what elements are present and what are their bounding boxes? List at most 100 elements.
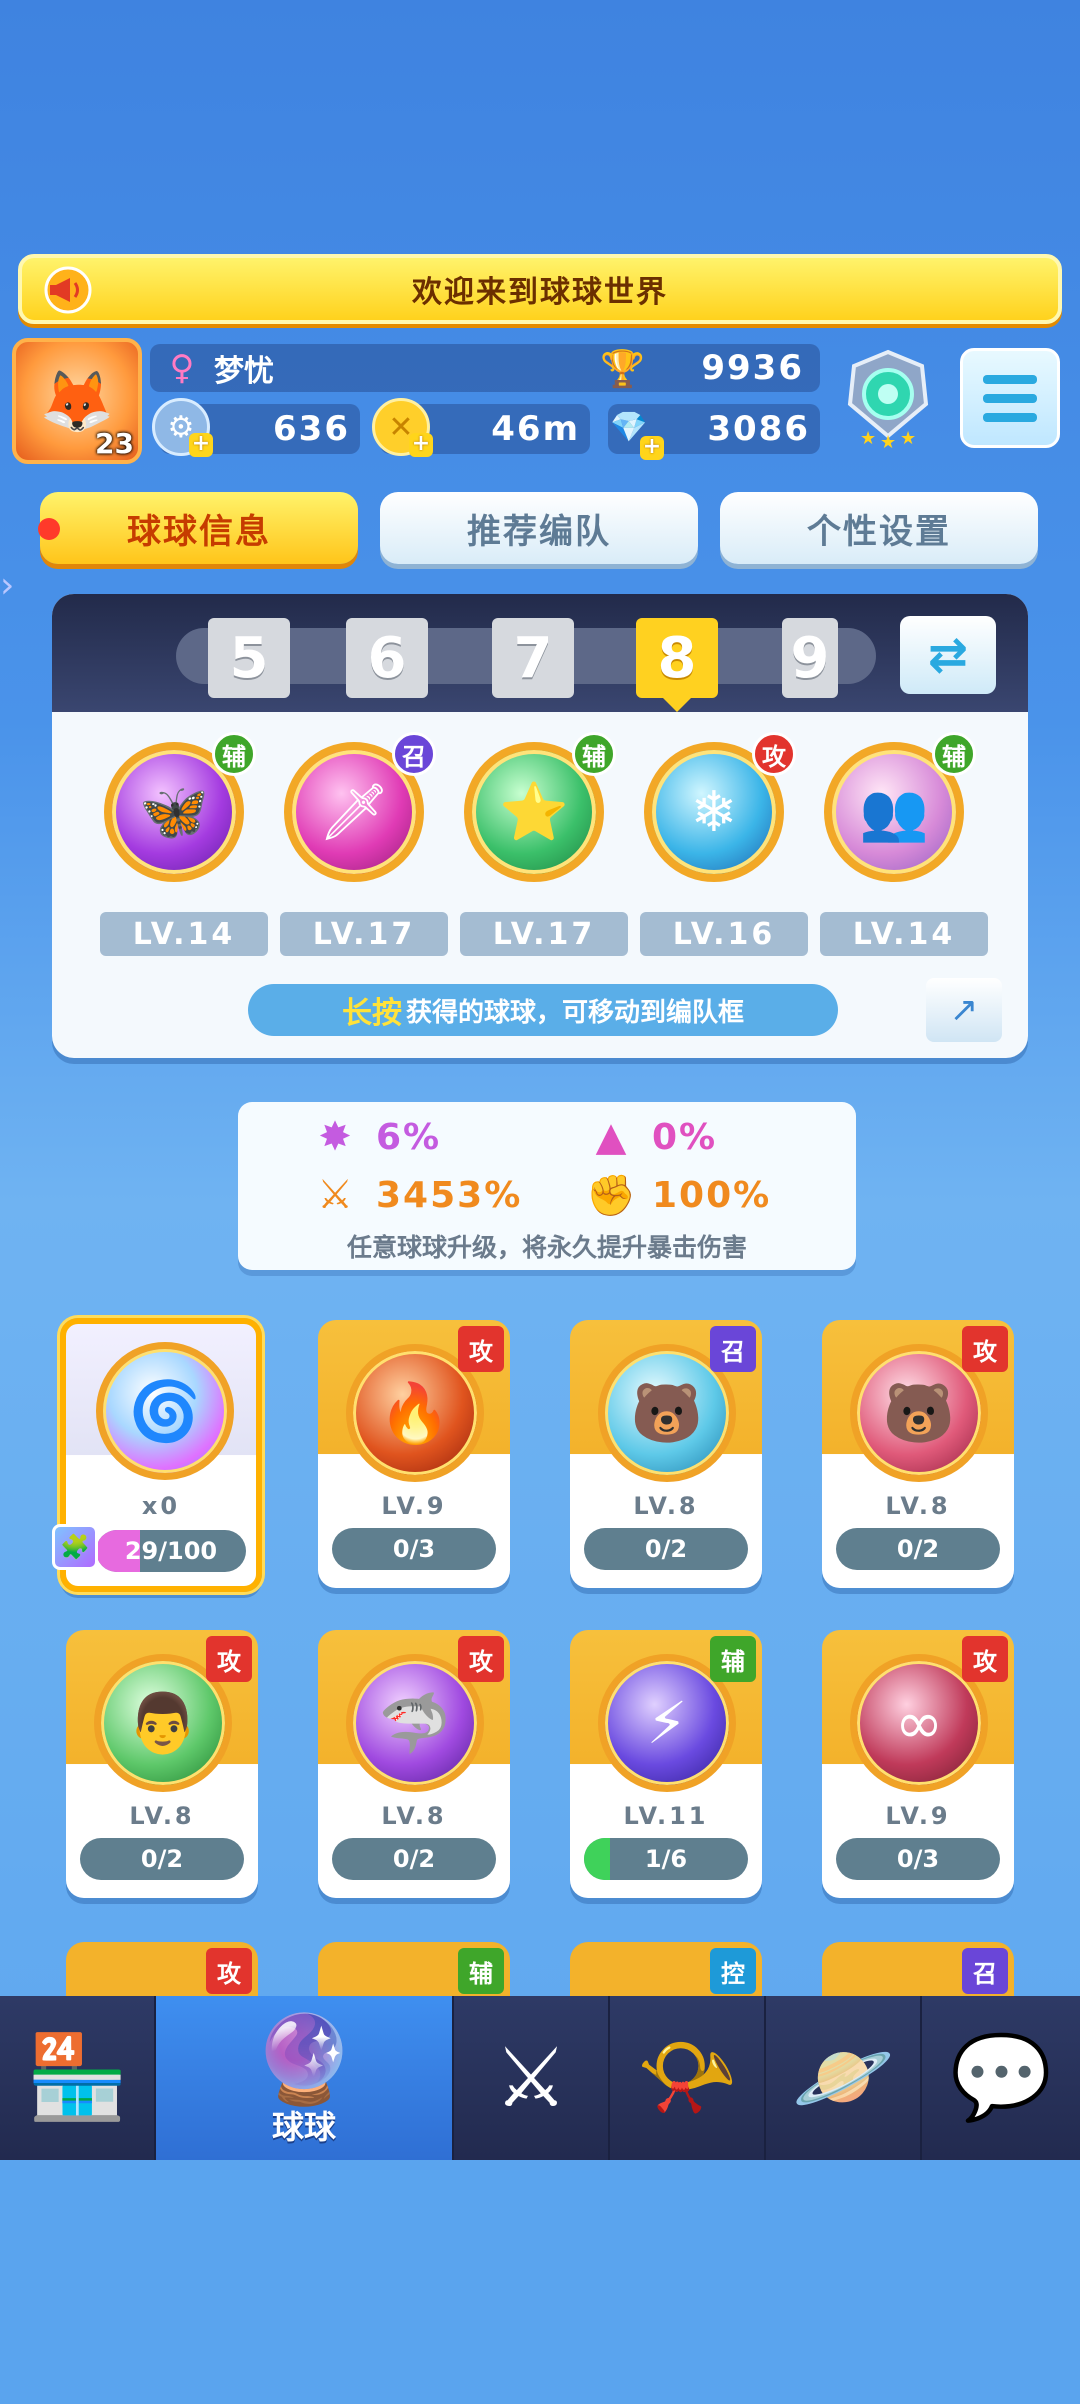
- trophy-icon: 🏆: [600, 349, 645, 390]
- summon-tag: 召: [710, 1326, 756, 1372]
- support-tag: 辅: [710, 1636, 756, 1682]
- card-progress: 0/2: [332, 1838, 496, 1880]
- attack-tag: 攻: [962, 1636, 1008, 1682]
- support-tag: 辅: [212, 732, 256, 776]
- diamond-value: 3086: [707, 409, 810, 449]
- coin-icon: ✕ +: [372, 398, 433, 457]
- energy-value: 636: [273, 409, 350, 449]
- support-tag: 辅: [932, 732, 976, 776]
- nav-shop[interactable]: 🏪: [0, 1996, 156, 2160]
- crit-damage-icon: ⚔: [317, 1172, 355, 1218]
- menu-button[interactable]: [960, 348, 1060, 448]
- nav-balls-label: 球球: [271, 2107, 336, 2146]
- card-progress: 1/6: [584, 1838, 748, 1880]
- nav-whistle[interactable]: 📯: [610, 1996, 766, 2160]
- team-ball-4[interactable]: ❄ 攻: [644, 732, 796, 892]
- welcome-banner[interactable]: 欢迎来到球球世界: [18, 254, 1062, 324]
- swap-button[interactable]: ⇄: [900, 616, 996, 694]
- tab-ball-info[interactable]: 球球信息: [38, 492, 358, 564]
- ball-card[interactable]: 👨 攻 LV.8 0/2: [66, 1630, 258, 1898]
- rank-emblem-icon[interactable]: ★ ★ ★: [838, 344, 938, 454]
- attack-tag: 攻: [962, 1326, 1008, 1372]
- fox-avatar-icon: 🦊: [39, 366, 115, 437]
- team-ball-2[interactable]: 🗡 召: [284, 732, 436, 892]
- tab-label: 个性设置: [807, 511, 951, 552]
- team-slot-6[interactable]: 6: [346, 618, 428, 698]
- ball-card[interactable]: 🦈 攻 LV.8 0/2: [318, 1630, 510, 1898]
- card-progress: 0/3: [332, 1528, 496, 1570]
- card-progress: 0/2: [584, 1528, 748, 1570]
- crit-rate-stat: ✸ 6%: [310, 1114, 441, 1160]
- card-level: LV.8: [381, 1802, 447, 1830]
- tab-recommended-team[interactable]: 推荐编队: [380, 492, 698, 564]
- nav-planet[interactable]: 🪐: [766, 1996, 922, 2160]
- attack-tag: 攻: [752, 732, 796, 776]
- chat-heart-icon: 💬: [949, 2030, 1053, 2125]
- planet-icon: 🪐: [791, 2030, 895, 2125]
- summon-tag: 召: [392, 732, 436, 776]
- boost-icon: ▲: [595, 1114, 629, 1160]
- megaphone-icon: [38, 262, 98, 318]
- side-drawer-arrow-icon[interactable]: ›: [0, 540, 34, 630]
- card-level: LV.9: [381, 1492, 447, 1520]
- female-icon: ♀: [169, 348, 195, 388]
- card-level: LV.8: [129, 1802, 195, 1830]
- progress-text: 0/2: [644, 1535, 688, 1563]
- share-icon: ↗: [949, 990, 979, 1030]
- svg-text:★: ★: [900, 428, 916, 449]
- attack-tag: 攻: [458, 1636, 504, 1682]
- ball-card[interactable]: 🐻 召 LV.8 0/2: [570, 1320, 762, 1588]
- player-name: 梦忧: [214, 354, 274, 389]
- energy-resource[interactable]: ⚙ + 636: [152, 398, 360, 457]
- team-ball-level: LV.14: [820, 912, 988, 956]
- team-ball-5[interactable]: 👥 辅: [824, 732, 976, 892]
- slot-number: 5: [229, 625, 269, 691]
- card-progress: 0/3: [836, 1838, 1000, 1880]
- diamond-resource[interactable]: 💎 + 3086: [608, 404, 820, 460]
- support-tag: 辅: [572, 732, 616, 776]
- coin-value: 46m: [491, 409, 580, 449]
- ball-card[interactable]: ∞ 攻 LV.9 0/3: [822, 1630, 1014, 1898]
- balls-icon: 🔮: [250, 2009, 358, 2110]
- support-tag: 辅: [458, 1948, 504, 1994]
- tab-personal-settings[interactable]: 个性设置: [720, 492, 1038, 564]
- diamond-icon: 💎 +: [600, 398, 664, 460]
- team-ball-level: LV.17: [460, 912, 628, 956]
- ball-card-partial[interactable]: 辅: [318, 1942, 510, 1996]
- ball-card-partial[interactable]: 控: [570, 1942, 762, 1996]
- player-avatar[interactable]: 🦊 23: [12, 338, 142, 464]
- nav-balls[interactable]: 🔮 球球: [156, 1996, 454, 2160]
- card-count: x0: [141, 1492, 181, 1520]
- svg-text:★: ★: [860, 428, 876, 449]
- ball-card[interactable]: ⚡ 辅 LV.11 1/6: [570, 1630, 762, 1898]
- slot-number: 8: [657, 625, 697, 691]
- trophy-count: 9936: [701, 348, 804, 388]
- ball-card-special[interactable]: 🌀 x0 29/100 🧩: [52, 1318, 262, 1592]
- ball-card[interactable]: 🐻 攻 LV.8 0/2: [822, 1320, 1014, 1588]
- fist-value: 100%: [652, 1175, 772, 1216]
- team-slot-9[interactable]: 9: [782, 618, 838, 698]
- team-slot-7[interactable]: 7: [492, 618, 574, 698]
- crit-rate-icon: ✸: [318, 1114, 354, 1160]
- control-tag: 控: [710, 1948, 756, 1994]
- ball-card-partial[interactable]: 攻: [66, 1942, 258, 1996]
- card-level: LV.8: [885, 1492, 951, 1520]
- nav-battle[interactable]: ⚔: [454, 1996, 610, 2160]
- team-slot-5[interactable]: 5: [208, 618, 290, 698]
- fist-icon: ✊: [586, 1173, 638, 1219]
- coin-resource[interactable]: ✕ + 46m: [372, 398, 590, 457]
- card-progress: 0/2: [80, 1838, 244, 1880]
- ball-card-partial[interactable]: 召: [822, 1942, 1014, 1996]
- crit-damage-value: 3453%: [376, 1174, 523, 1216]
- share-button[interactable]: ↗: [926, 978, 1002, 1042]
- team-ball-3[interactable]: ⭐ 辅: [464, 732, 616, 892]
- team-ball-level: LV.16: [640, 912, 808, 956]
- progress-text: 0/2: [392, 1845, 436, 1873]
- team-slot-8[interactable]: 8: [636, 618, 718, 712]
- team-ball-1[interactable]: 🦋 辅: [104, 732, 256, 892]
- ball-card[interactable]: 🔥 攻 LV.9 0/3: [318, 1320, 510, 1588]
- team-slot-header: 5 6 7 8 9 ⇄: [52, 594, 1028, 712]
- slot-number: 6: [367, 625, 407, 691]
- nav-social[interactable]: 💬: [922, 1996, 1080, 2160]
- slot-number: 9: [790, 625, 830, 691]
